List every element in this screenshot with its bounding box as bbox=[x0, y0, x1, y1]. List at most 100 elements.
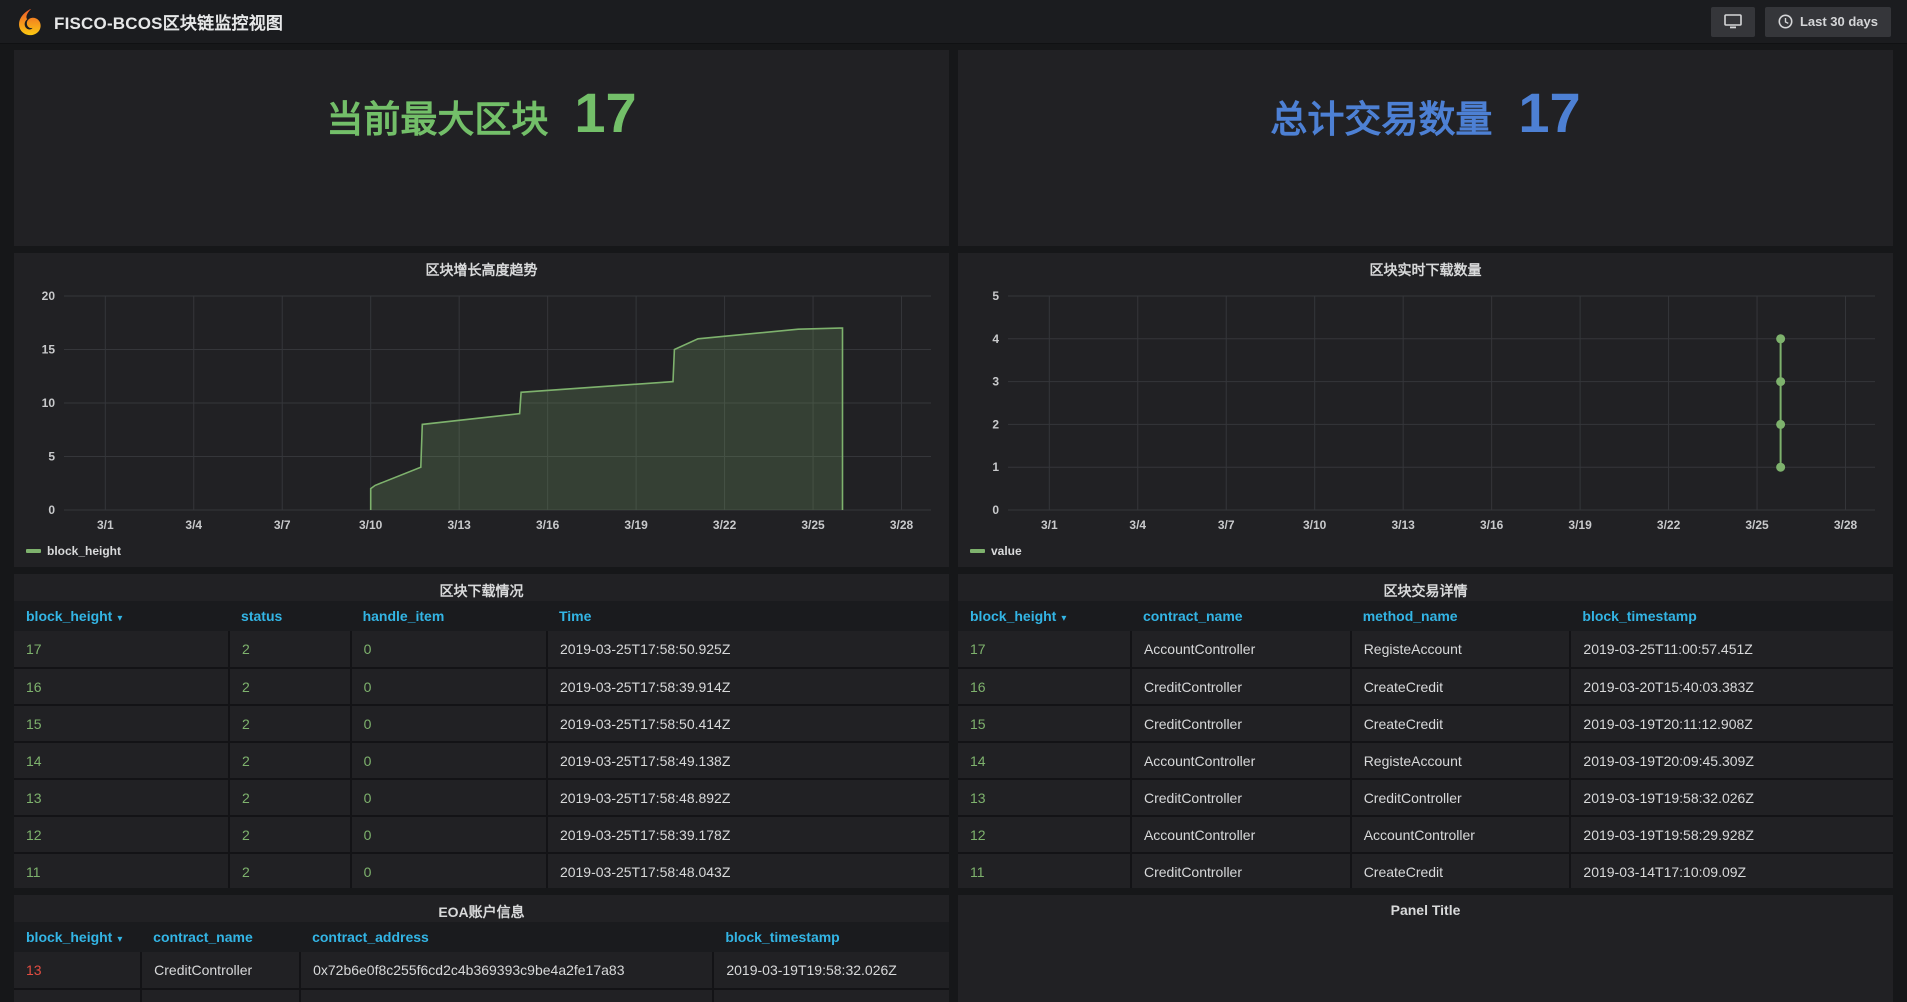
svg-text:3/10: 3/10 bbox=[1303, 518, 1327, 532]
table-header-handle_item[interactable]: handle_item bbox=[351, 601, 547, 631]
table-header-block_height[interactable]: block_height▾ bbox=[14, 601, 229, 631]
table-cell: 13 bbox=[958, 779, 1131, 816]
stat-panel-max-block: 当前最大区块 17 bbox=[14, 50, 949, 246]
table-row: 16CreditControllerCreateCredit2019-03-20… bbox=[958, 668, 1893, 705]
table-cell: 2019-03-14T17:10:09.09Z bbox=[1570, 853, 1893, 888]
table-cell: 11 bbox=[958, 853, 1131, 888]
panel-title[interactable]: 区块交易详情 bbox=[958, 574, 1893, 601]
svg-text:3/22: 3/22 bbox=[1657, 518, 1681, 532]
svg-text:5: 5 bbox=[992, 289, 999, 303]
dashboard-title[interactable]: FISCO-BCOS区块链监控视图 bbox=[54, 9, 283, 34]
legend-swatch bbox=[26, 549, 41, 553]
table-cell: 0 bbox=[351, 668, 547, 705]
legend-label: block_height bbox=[47, 544, 121, 558]
table-header-row: block_height▾contract_namemethod_nameblo… bbox=[958, 601, 1893, 631]
svg-text:4: 4 bbox=[992, 332, 999, 346]
table-row: 14AccountControllerRegisteAccount2019-03… bbox=[958, 742, 1893, 779]
panel-title[interactable]: 区块实时下载数量 bbox=[958, 253, 1893, 280]
table-container: block_height▾contract_namecontract_addre… bbox=[14, 922, 949, 1002]
data-table-download: block_height▾statushandle_itemTime172020… bbox=[14, 601, 949, 888]
svg-text:0: 0 bbox=[48, 503, 55, 517]
table-cell: 2019-03-25T17:58:39.914Z bbox=[547, 668, 949, 705]
table-header-block_timestamp[interactable]: block_timestamp bbox=[1570, 601, 1893, 631]
table-row: 12AccountControllerAccountController2019… bbox=[958, 816, 1893, 853]
table-cell: 16 bbox=[14, 668, 229, 705]
empty-panel: Panel Title bbox=[958, 895, 1893, 1002]
panel-title[interactable]: Panel Title bbox=[958, 895, 1893, 922]
table-cell: 2019-03-19T19:58:32.026Z bbox=[1570, 779, 1893, 816]
grafana-logo[interactable] bbox=[16, 8, 44, 36]
chart-container[interactable]: 051015203/13/43/73/103/133/163/193/223/2… bbox=[14, 282, 949, 542]
table-header-block_height[interactable]: block_height▾ bbox=[14, 922, 141, 952]
table-cell bbox=[14, 989, 141, 1002]
table-cell: AccountController bbox=[1131, 631, 1351, 668]
table-cell: 14 bbox=[14, 742, 229, 779]
table-cell bbox=[713, 989, 949, 1002]
time-range-button[interactable]: Last 30 days bbox=[1765, 7, 1891, 37]
table-cell: 2019-03-25T17:58:50.925Z bbox=[547, 631, 949, 668]
svg-text:3/7: 3/7 bbox=[1218, 518, 1235, 532]
sort-desc-icon: ▾ bbox=[117, 613, 122, 624]
table-header-Time[interactable]: Time bbox=[547, 601, 949, 631]
table-cell: 2019-03-25T17:58:48.043Z bbox=[547, 853, 949, 888]
table-row: 16202019-03-25T17:58:39.914Z bbox=[14, 668, 949, 705]
navbar: FISCO-BCOS区块链监控视图 Last 30 days bbox=[0, 0, 1907, 44]
table-header-contract_name[interactable]: contract_name bbox=[141, 922, 300, 952]
table-cell: CreateCredit bbox=[1351, 668, 1571, 705]
area-series bbox=[371, 328, 843, 510]
table-header-contract_address[interactable]: contract_address bbox=[300, 922, 713, 952]
svg-text:3/4: 3/4 bbox=[185, 518, 202, 532]
table-cell: 2019-03-19T20:09:45.309Z bbox=[1570, 742, 1893, 779]
table-cell: 11 bbox=[14, 853, 229, 888]
table-cell bbox=[141, 989, 300, 1002]
chart-container[interactable]: 0123453/13/43/73/103/133/163/193/223/253… bbox=[958, 282, 1893, 542]
data-point bbox=[1776, 334, 1785, 343]
tv-mode-button[interactable] bbox=[1711, 7, 1755, 37]
panel-title[interactable]: EOA账户信息 bbox=[14, 895, 949, 922]
chart-svg: 0123453/13/43/73/103/133/163/193/223/253… bbox=[958, 282, 1889, 542]
panel-title[interactable]: 区块增长高度趋势 bbox=[14, 253, 949, 280]
table-cell: 16 bbox=[958, 668, 1131, 705]
table-cell: 13 bbox=[14, 952, 141, 989]
stat-panel-total-transactions: 总计交易数量 17 bbox=[958, 50, 1893, 246]
table-cell: 12 bbox=[14, 816, 229, 853]
svg-text:3/28: 3/28 bbox=[890, 518, 914, 532]
table-panel-eoa-accounts: EOA账户信息 block_height▾contract_namecontra… bbox=[14, 895, 949, 1002]
dashboard-grid: 当前最大区块 17 总计交易数量 17 区块增长高度趋势 051015203/1… bbox=[0, 44, 1907, 1002]
table-header-block_height[interactable]: block_height▾ bbox=[958, 601, 1131, 631]
table-cell: CreditController bbox=[1131, 705, 1351, 742]
table-container: block_height▾contract_namemethod_nameblo… bbox=[958, 601, 1893, 888]
table-cell: CreditController bbox=[1131, 668, 1351, 705]
legend-item[interactable]: block_height bbox=[26, 544, 121, 558]
table-row: 17202019-03-25T17:58:50.925Z bbox=[14, 631, 949, 668]
table-header-status[interactable]: status bbox=[229, 601, 351, 631]
table-cell: 0 bbox=[351, 853, 547, 888]
legend-item[interactable]: value bbox=[970, 544, 1022, 558]
stat-label: 总计交易数量 bbox=[1270, 89, 1492, 143]
table-row: 14202019-03-25T17:58:49.138Z bbox=[14, 742, 949, 779]
table-cell: 13 bbox=[14, 779, 229, 816]
table-cell: 15 bbox=[14, 705, 229, 742]
table-cell: 2 bbox=[229, 668, 351, 705]
table-cell: CreditController bbox=[1131, 779, 1351, 816]
table-header-contract_name[interactable]: contract_name bbox=[1131, 601, 1351, 631]
legend-label: value bbox=[991, 544, 1022, 558]
data-table-eoa: block_height▾contract_namecontract_addre… bbox=[14, 922, 949, 1002]
svg-text:3/13: 3/13 bbox=[447, 518, 471, 532]
svg-text:3/1: 3/1 bbox=[97, 518, 114, 532]
svg-text:3/16: 3/16 bbox=[536, 518, 560, 532]
svg-text:3/25: 3/25 bbox=[801, 518, 825, 532]
table-header-method_name[interactable]: method_name bbox=[1351, 601, 1571, 631]
table-cell: 0 bbox=[351, 742, 547, 779]
svg-text:3/16: 3/16 bbox=[1480, 518, 1504, 532]
data-point bbox=[1776, 377, 1785, 386]
table-cell: 12 bbox=[958, 816, 1131, 853]
table-cell: 2 bbox=[229, 631, 351, 668]
table-row: 13202019-03-25T17:58:48.892Z bbox=[14, 779, 949, 816]
table-cell: 0x72b6e0f8c255f6cd2c4b369393c9be4a2fe17a… bbox=[300, 952, 713, 989]
table-header-block_timestamp[interactable]: block_timestamp bbox=[713, 922, 949, 952]
table-row: 12202019-03-25T17:58:39.178Z bbox=[14, 816, 949, 853]
svg-text:3/1: 3/1 bbox=[1041, 518, 1058, 532]
panel-title[interactable]: 区块下载情况 bbox=[14, 574, 949, 601]
navbar-actions: Last 30 days bbox=[1711, 7, 1891, 37]
